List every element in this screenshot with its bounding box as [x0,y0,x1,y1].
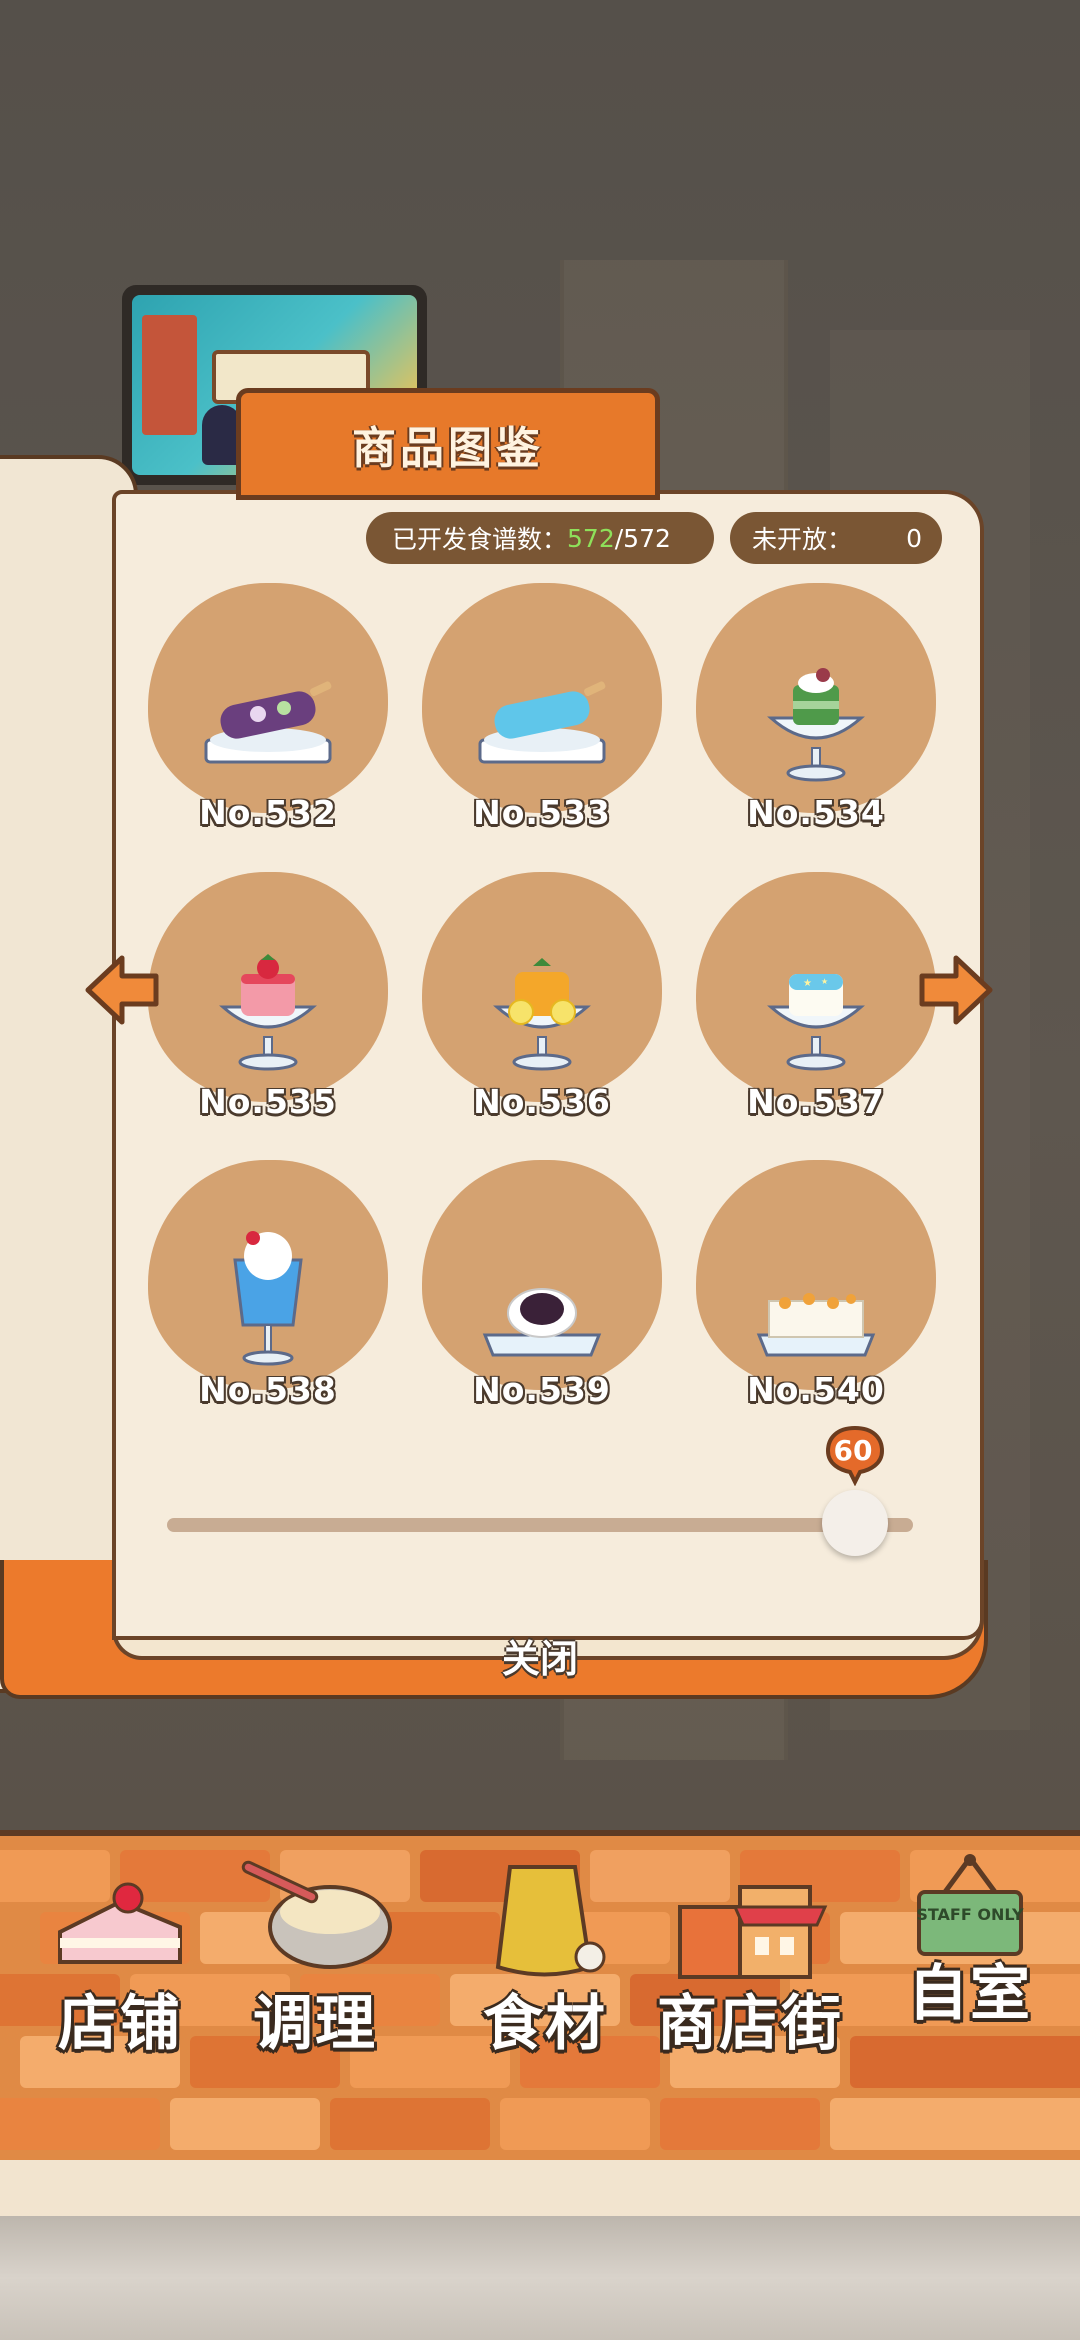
item-number: No.536 [473,1082,611,1121]
developed-count: 572 [567,523,615,553]
nav-ingredients[interactable]: 食材 [465,1852,625,2062]
mixing-bowl-icon [241,1860,392,1969]
catalog-item[interactable]: No.540 [696,1160,936,1420]
developed-total: /572 [614,523,671,553]
blue-star-panna-cotta-icon: ★ ★ [767,974,865,1071]
svg-text:★: ★ [821,977,828,986]
locked-label: 未开放： [752,525,853,554]
nav-label: 食材 [483,1989,607,2059]
catalog-item[interactable]: No.539 [422,1160,662,1420]
red-bean-mochi-icon [482,1288,602,1357]
staff-sign-text: STAFF ONLY [916,1905,1024,1924]
nav-shopping-street[interactable]: 商店街 [640,1852,860,2062]
next-page-arrow-icon[interactable] [916,950,996,1030]
almond-tofu-icon [756,1293,876,1357]
close-button[interactable]: 关闭 [470,1625,610,1685]
catalog-item[interactable]: No.538 [148,1160,388,1420]
nav-shop[interactable]: 店铺 [30,1852,210,2062]
nav-label: 商店街 [657,1989,843,2059]
shop-building-icon [678,1885,828,1979]
strawberry-cake-icon [58,1882,182,1964]
blue-soda-float-icon [233,1231,303,1366]
item-number: No.540 [747,1370,885,1409]
nav-label: 自室 [908,1959,1032,2029]
page-slider-track[interactable] [167,1518,913,1532]
catalog-item[interactable]: No.533 [422,583,662,843]
catalog-item[interactable]: No.532 [148,583,388,843]
svg-text:★: ★ [803,978,812,989]
locked-count: 0 [906,523,922,553]
green-tea-parfait-icon [767,668,865,782]
previous-page-arrow-icon[interactable] [82,950,162,1030]
orange-lemon-jelly-icon [493,958,591,1071]
item-number: No.534 [747,793,885,832]
page-title: 商品图鉴 [352,423,544,474]
slider-value: 60 [833,1434,873,1467]
nav-cooking[interactable]: 调理 [225,1852,405,2062]
item-number: No.532 [199,793,337,832]
developed-recipes-counter: 已开发食谱数： 572 /572 [366,512,714,564]
nav-label: 调理 [253,1989,377,2059]
floor [0,2216,1080,2340]
strawberry-mousse-icon [219,954,317,1071]
developed-label: 已开发食谱数： [392,525,568,554]
item-number: No.537 [747,1082,885,1121]
flour-sack-icon [495,1865,606,1977]
catalog-item[interactable]: No.534 [696,583,936,843]
purple-popsicle-icon [204,681,332,764]
blue-popsicle-icon [478,681,606,764]
locked-counter: 未开放： 0 [730,512,942,564]
nav-label: 店铺 [58,1989,182,2059]
item-number: No.538 [199,1370,337,1409]
catalog-title-tab: 商品图鉴 [236,388,660,500]
item-number: No.535 [199,1082,337,1121]
catalog-item[interactable]: No.536 [422,872,662,1132]
catalog-item[interactable]: No.535 [148,872,388,1132]
page-slider-thumb[interactable] [822,1490,888,1556]
item-number: No.533 [473,793,611,832]
catalog-item[interactable]: ★ ★ No.537 [696,872,936,1132]
item-number: No.539 [473,1370,611,1409]
nav-my-room[interactable]: STAFF ONLY 自室 [880,1852,1060,2052]
